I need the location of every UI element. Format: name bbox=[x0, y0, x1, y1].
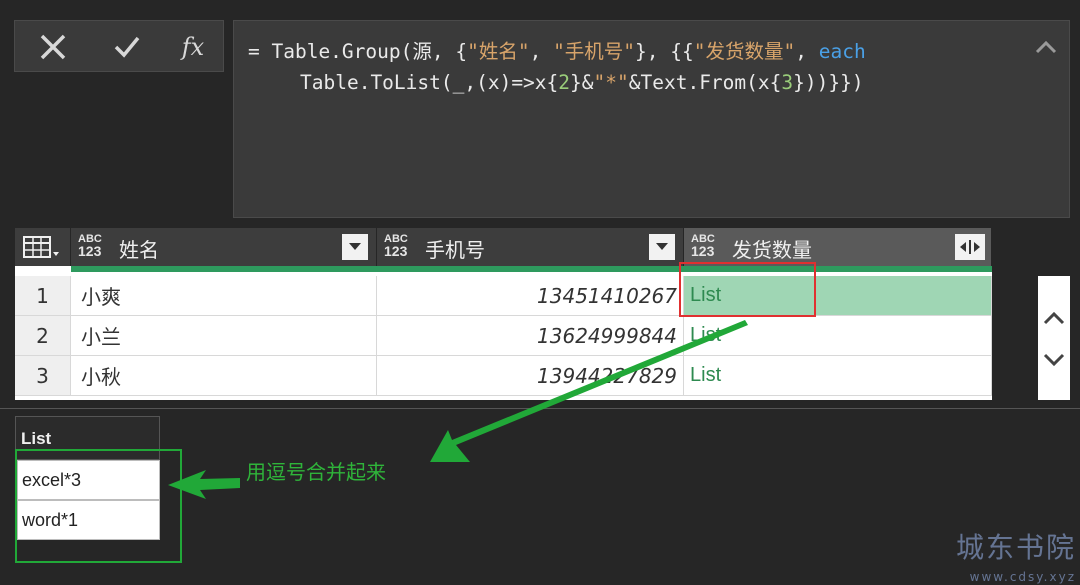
arrow-to-list-cell bbox=[430, 320, 748, 462]
watermark: 城东书院 www.cdsy.xyz bbox=[955, 531, 1076, 584]
annotation-arrows bbox=[168, 320, 748, 499]
arrow-to-preview bbox=[168, 470, 240, 499]
